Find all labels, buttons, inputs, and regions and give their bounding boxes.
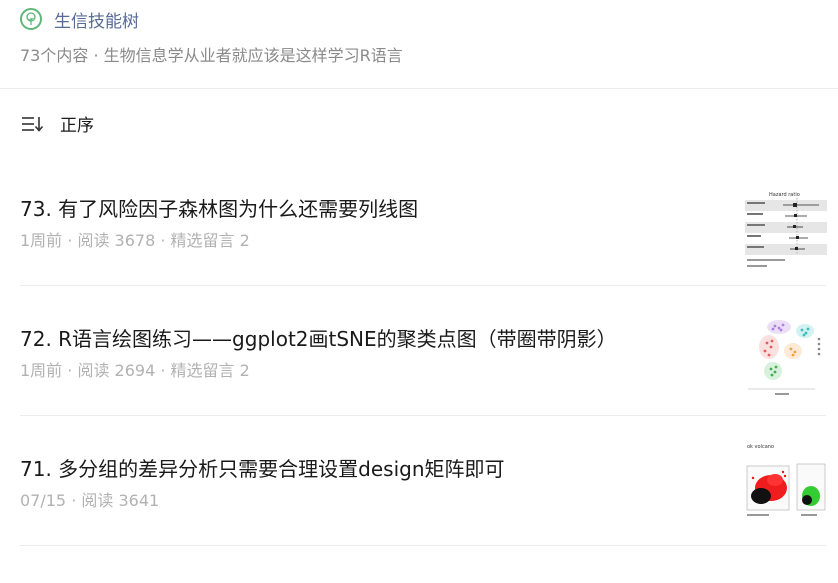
account-header: 生信技能树 73个内容 · 生物信息学从业者就应该是这样学习R语言 bbox=[20, 6, 830, 66]
account-name[interactable]: 生信技能树 bbox=[54, 7, 139, 32]
forest-plot-thumbnail[interactable]: Hazard ratio bbox=[745, 189, 827, 271]
article-title[interactable]: 72. R语言绘图练习——ggplot2画tSNE的聚类点图（带圈带阴影） bbox=[20, 323, 617, 352]
account-row[interactable]: 生信技能树 bbox=[20, 6, 830, 32]
article-meta: 1周前 阅读 2694 精选留言 2 bbox=[20, 357, 250, 381]
sort-toggle[interactable]: 正序 bbox=[20, 111, 94, 136]
article-comments: 精选留言 2 bbox=[160, 361, 249, 380]
sort-label: 正序 bbox=[60, 116, 94, 136]
tsne-scatter-thumbnail[interactable] bbox=[745, 317, 827, 399]
article-date: 1周前 bbox=[20, 361, 63, 380]
volcano-plot-thumbnail[interactable]: ok volcano bbox=[745, 440, 827, 522]
article-date: 1周前 bbox=[20, 231, 63, 250]
article-title[interactable]: 73. 有了风险因子森林图为什么还需要列线图 bbox=[20, 193, 418, 222]
article-comments: 精选留言 2 bbox=[160, 231, 249, 250]
item-divider bbox=[20, 545, 826, 546]
article-reads: 阅读 3678 bbox=[67, 231, 155, 250]
item-divider bbox=[20, 415, 826, 416]
article-date: 07/15 bbox=[20, 491, 67, 510]
thumb-title: Hazard ratio bbox=[769, 192, 800, 198]
tree-logo-icon bbox=[20, 8, 42, 30]
thumb-title: ok volcano bbox=[747, 444, 774, 450]
article-reads: 阅读 2694 bbox=[67, 361, 155, 380]
article-item[interactable]: 72. R语言绘图练习——ggplot2画tSNE的聚类点图（带圈带阴影） 1周… bbox=[20, 317, 827, 453]
header-divider bbox=[0, 88, 838, 89]
article-item[interactable]: 71. 多分组的差异分析只需要合理设置design矩阵即可 07/15 阅读 3… bbox=[20, 440, 827, 583]
article-meta: 1周前 阅读 3678 精选留言 2 bbox=[20, 227, 250, 251]
item-divider bbox=[20, 285, 826, 286]
article-reads: 阅读 3641 bbox=[71, 491, 159, 510]
article-meta: 07/15 阅读 3641 bbox=[20, 487, 159, 511]
article-item[interactable]: 73. 有了风险因子森林图为什么还需要列线图 1周前 阅读 3678 精选留言 … bbox=[20, 189, 827, 323]
collection-subtitle: 73个内容 · 生物信息学从业者就应该是这样学习R语言 bbox=[20, 46, 403, 65]
article-title[interactable]: 71. 多分组的差异分析只需要合理设置design矩阵即可 bbox=[20, 453, 505, 482]
sort-order-icon bbox=[22, 116, 44, 132]
